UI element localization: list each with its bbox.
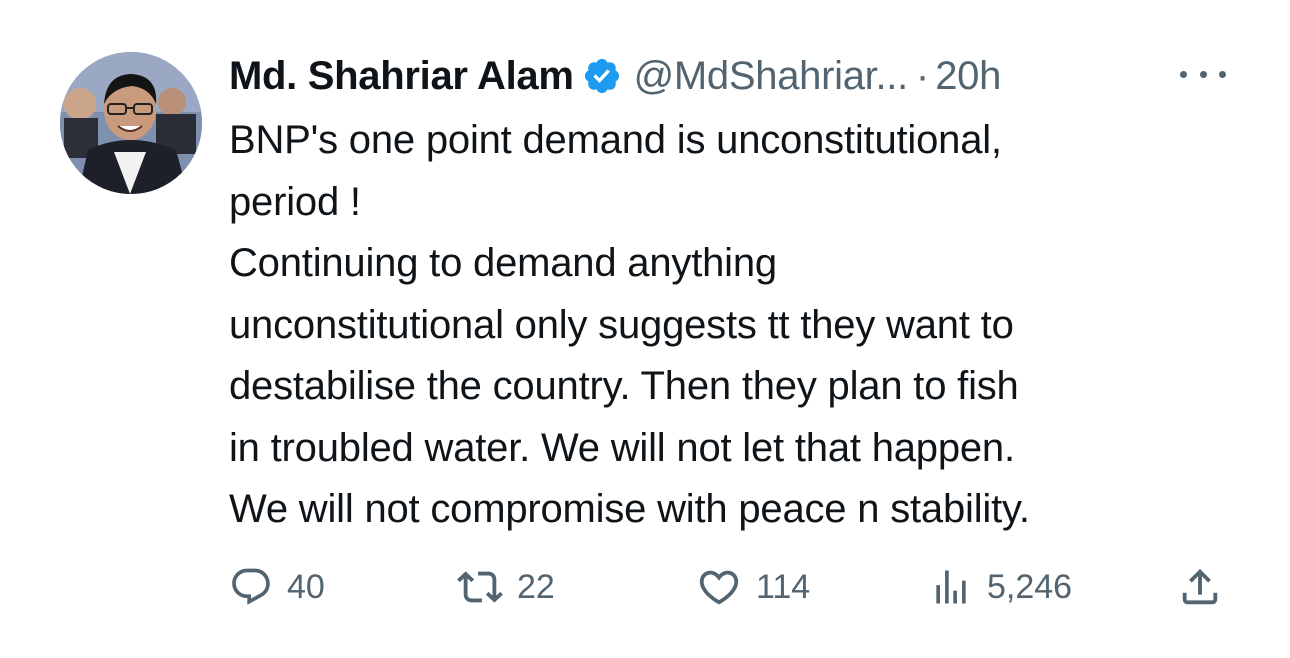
tweet-text: BNP's one point demand is unconstitution… — [229, 110, 1239, 541]
tweet-text-line: in troubled water. We will not let that … — [229, 425, 1015, 470]
tweet-header: Md. Shahriar Alam @MdShahriar... · 20h — [229, 48, 1001, 104]
tweet-card[interactable]: Md. Shahriar Alam @MdShahriar... · 20h B… — [0, 0, 1290, 658]
like-button[interactable]: 114 — [696, 562, 810, 612]
tweet-text-line: period ! — [229, 179, 361, 224]
more-horizontal-icon[interactable] — [1180, 62, 1226, 86]
retweet-button[interactable]: 22 — [457, 562, 555, 612]
profile-photo — [60, 52, 202, 194]
reply-button[interactable]: 40 — [229, 562, 325, 612]
reply-icon — [229, 565, 273, 609]
tweet-timestamp[interactable]: 20h — [935, 54, 1001, 99]
header-separator: · — [915, 53, 930, 98]
author-display-name[interactable]: Md. Shahriar Alam — [229, 54, 574, 99]
verified-badge-icon[interactable] — [582, 56, 622, 96]
tweet-text-line: destabilise the country. Then they plan … — [229, 364, 1019, 408]
views-button[interactable]: 5,246 — [929, 562, 1072, 612]
like-count: 114 — [756, 567, 811, 606]
tweet-actions: 40 22 114 5,246 — [229, 562, 1229, 612]
share-icon — [1177, 564, 1223, 610]
retweet-count: 22 — [517, 567, 555, 606]
tweet-text-line: We will not compromise with peace n stab… — [229, 487, 1030, 531]
retweet-icon — [457, 564, 503, 610]
views-icon — [929, 565, 973, 609]
share-button[interactable] — [1177, 562, 1223, 612]
author-handle[interactable]: @MdShahriar... — [634, 54, 909, 99]
tweet-text-line: unconstitutional only suggests tt they w… — [229, 302, 1014, 347]
tweet-text-line: Continuing to demand anything — [229, 241, 777, 285]
avatar[interactable] — [60, 52, 202, 194]
tweet-text-line: BNP's one point demand is unconstitution… — [229, 118, 1002, 162]
views-count: 5,246 — [987, 567, 1073, 606]
reply-count: 40 — [287, 567, 325, 606]
heart-icon — [696, 564, 742, 610]
